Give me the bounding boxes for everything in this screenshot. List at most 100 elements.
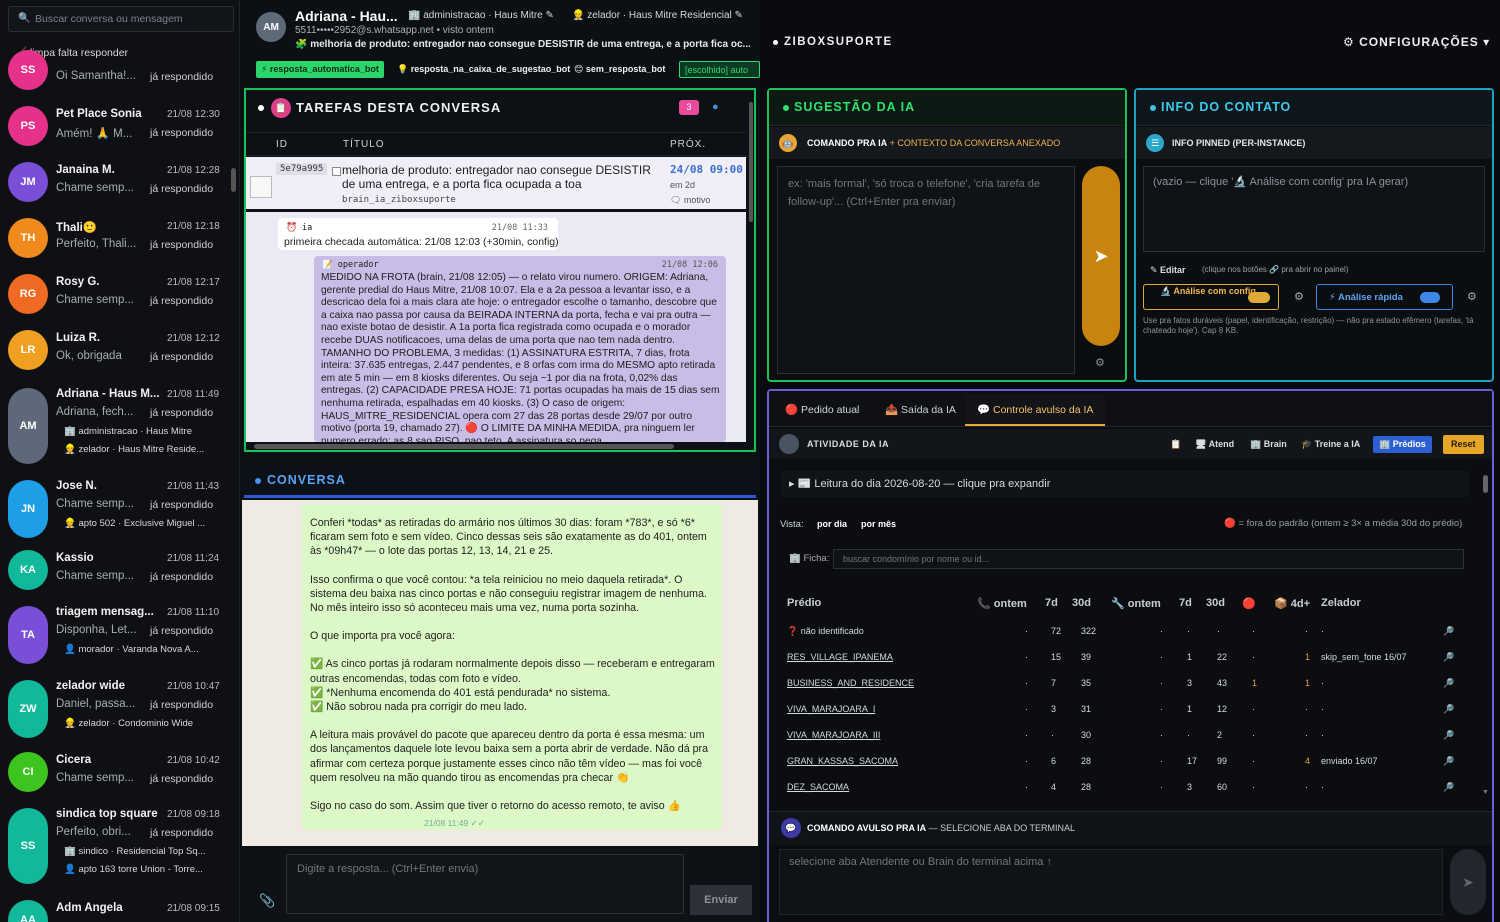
tasks-hscrollbar[interactable] (254, 444, 674, 449)
config-menu[interactable]: ⚙ CONFIGURAÇÕES ▾ (1343, 35, 1490, 49)
conversation-item[interactable]: AA Adm Angela 21/08 09:15 (0, 900, 239, 922)
conversation-item[interactable]: AM Adriana - Haus M... 21/08 11:49 Adriana,… (0, 386, 239, 464)
tasks-scrollbar[interactable] (749, 102, 753, 222)
daily-reading-expander[interactable]: ▸ 📰 Leitura do dia 2026-08-20 — clique p… (781, 471, 1469, 497)
conversation-item[interactable]: SS sindica top square 21/08 09:18 Perfeito,… (0, 806, 239, 884)
table-cell: 7 (1051, 678, 1057, 688)
list-scrollbar[interactable] (231, 168, 236, 192)
tab-pedido-atual[interactable]: 🔴 Pedido atual (785, 403, 859, 416)
building-name[interactable]: GRAN_KASSAS_SACOMA (787, 756, 898, 766)
table-row[interactable]: GRAN_KASSAS_SACOMA · 6 28 · 17 99 · 4 enviado 16/… (769, 749, 1492, 775)
building-search-input[interactable] (833, 549, 1464, 569)
table-header[interactable]: 🔴 (1242, 597, 1256, 610)
table-cell: 3 (1187, 782, 1193, 792)
table-header[interactable]: 7d (1045, 597, 1058, 609)
table-scroll-arrow[interactable]: ▼ (1482, 789, 1489, 796)
table-row[interactable]: RES_VILLAGE_IPANEMA · 15 39 · 1 22 · 1 skip_sem_f… (769, 645, 1492, 671)
send-icon[interactable]: ➤ (1450, 849, 1486, 915)
conversation-item[interactable]: TH Thali🙂 21/08 12:18 Perfeito, Thali... já … (0, 218, 239, 278)
table-header[interactable]: 🔧 ontem (1111, 597, 1161, 610)
table-row[interactable]: 5e79a995 melhoria de produto: entregador… (246, 157, 746, 209)
admin-tag[interactable]: 🏢 administracao · Haus Mitre ✎ (408, 10, 554, 21)
building-name[interactable]: VIVA_MARAJOARA_III (787, 730, 880, 740)
tag-resposta-automatica[interactable]: ⚡ resposta_automatica_bot (256, 61, 384, 78)
edit-link[interactable]: ✎ Editar (1150, 265, 1186, 276)
table-row[interactable]: BUSINESS_AND_RESIDENCE · 7 35 · 3 43 1 1 · 🔎 (769, 671, 1492, 697)
search-input[interactable]: 🔍 Buscar conversa ou mensagem (8, 6, 234, 32)
avulso-command-input[interactable] (779, 849, 1443, 915)
terminal-panel: 🔴 Pedido atual 📤 Saída da IA 💬 Controle … (767, 389, 1494, 922)
treine-button[interactable]: 🎓 Treine a IA (1301, 439, 1360, 450)
operator-time: 21/08 12:06 (661, 260, 718, 270)
table-header[interactable]: 📦 4d+ (1274, 597, 1310, 610)
conversation-item[interactable]: KA Kassio 21/08 11:24 Chame semp... já respo… (0, 550, 239, 610)
reset-button[interactable]: Reset (1443, 435, 1484, 454)
table-header[interactable]: 7d (1179, 597, 1192, 609)
zelador-cell: · (1321, 704, 1324, 714)
building-name[interactable]: VIVA_MARAJOARA_I (787, 704, 875, 714)
ai-command-input[interactable] (777, 166, 1075, 374)
robot-icon: 🤖 (779, 134, 797, 152)
conversation-item[interactable]: TA triagem mensag... 21/08 11:10 Disponha, … (0, 604, 239, 664)
conversation-item[interactable]: PS Pet Place Sonia 21/08 12:30 Amém! 🙏 M...… (0, 106, 239, 166)
task-select-box[interactable] (250, 176, 272, 198)
conversation-item[interactable]: LR Luiza R. 21/08 12:12 Ok, obrigada já resp… (0, 330, 239, 390)
gear-icon[interactable]: ⚙ (1467, 290, 1477, 303)
table-header[interactable]: Prédio (787, 597, 821, 609)
building-name[interactable]: RES_VILLAGE_IPANEMA (787, 652, 893, 662)
predios-button[interactable]: 🏢 Prédios (1373, 436, 1432, 453)
reply-input[interactable] (286, 854, 684, 914)
conversation-item[interactable]: CI Cicera 21/08 10:42 Chame semp... já respo… (0, 752, 239, 812)
building-name[interactable]: ❓ não identificado (787, 626, 864, 637)
magnifier-icon[interactable]: 🔎 (1443, 756, 1454, 767)
view-per-month[interactable]: por mês (861, 519, 896, 529)
atend-button[interactable]: 🖥 Atend (1195, 439, 1234, 450)
table-header[interactable]: Zelador (1321, 597, 1361, 609)
conversation-item[interactable]: JN Jose N. 21/08 11:43 Chame semp... já resp… (0, 478, 239, 538)
zelador-tag[interactable]: 👷 zelador · Haus Mitre Residencial ✎ (572, 10, 743, 21)
table-row[interactable]: ❓ não identificado · 72 322 · · · · · · 🔎 (769, 619, 1492, 645)
sub-bold: COMANDO PRA IA (807, 138, 888, 148)
task-checkbox[interactable] (332, 167, 341, 176)
conversation-item[interactable]: ZW zelador wide 21/08 10:47 Daniel, passa..… (0, 678, 239, 738)
globe-icon[interactable]: ● (712, 101, 719, 113)
conversation-header: CONVERSA (244, 463, 756, 498)
tag-sem-resposta[interactable]: 😊 sem_resposta_bot (569, 61, 670, 78)
task-motivo[interactable]: 🗨 motivo (670, 195, 710, 206)
gear-icon[interactable]: ⚙ (1095, 356, 1105, 369)
avatar: PS (8, 106, 48, 146)
tag-sugestao[interactable]: 💡 resposta_na_caixa_de_sugestao_bot (392, 61, 575, 78)
magnifier-icon[interactable]: 🔎 (1443, 782, 1454, 793)
table-row[interactable]: DEZ_SACOMA · 4 28 · 3 60 · · · 🔎 (769, 775, 1492, 801)
magnifier-icon[interactable]: 🔎 (1443, 730, 1454, 741)
magnifier-icon[interactable]: 🔎 (1443, 678, 1454, 689)
info-pinned-field[interactable]: (vazio — clique '🔬 Análise com config' p… (1143, 166, 1485, 252)
terminal-scrollbar[interactable] (1483, 475, 1488, 493)
magnifier-icon[interactable]: 🔎 (1443, 652, 1454, 663)
magnifier-icon[interactable]: 🔎 (1443, 704, 1454, 715)
building-name[interactable]: BUSINESS_AND_RESIDENCE (787, 678, 914, 688)
table-header[interactable]: 📞 ontem (977, 597, 1027, 610)
tab-saida-ia[interactable]: 📤 Saída da IA (885, 403, 956, 416)
building-name[interactable]: DEZ_SACOMA (787, 782, 849, 792)
table-header[interactable]: 30d (1072, 597, 1091, 609)
brain-button[interactable]: 🏢 Brain (1250, 439, 1287, 450)
conversation-item[interactable]: RG Rosy G. 21/08 12:17 Chame semp... já resp… (0, 274, 239, 334)
zelador-cell: · (1321, 626, 1324, 636)
send-button[interactable]: Enviar (690, 885, 752, 915)
conversation-item[interactable]: JM Janaina M. 21/08 12:28 Chame semp... já r… (0, 162, 239, 222)
gear-icon[interactable]: ⚙ (1294, 290, 1304, 303)
tag-escolhido[interactable]: [escolhido] auto (679, 61, 760, 78)
clipboard-icon[interactable]: 📋 (1170, 439, 1181, 450)
analysis-config-button[interactable]: 🔬 Análise com config (1143, 284, 1279, 310)
tab-controle-avulso[interactable]: 💬 Controle avulso da IA (965, 394, 1106, 426)
table-cell: · (1252, 704, 1255, 714)
table-header[interactable]: 30d (1206, 597, 1225, 609)
attach-icon[interactable]: 📎 (259, 893, 275, 909)
view-per-day[interactable]: por dia (817, 519, 847, 529)
analysis-quick-button[interactable]: ⚡ Análise rápida (1316, 284, 1453, 310)
table-row[interactable]: VIVA_MARAJOARA_III · · 30 · · 2 · · · 🔎 (769, 723, 1492, 749)
table-row[interactable]: VIVA_MARAJOARA_I · 3 31 · 1 12 · · · 🔎 (769, 697, 1492, 723)
send-icon[interactable]: ➤ (1082, 166, 1120, 346)
magnifier-icon[interactable]: 🔎 (1443, 626, 1454, 637)
